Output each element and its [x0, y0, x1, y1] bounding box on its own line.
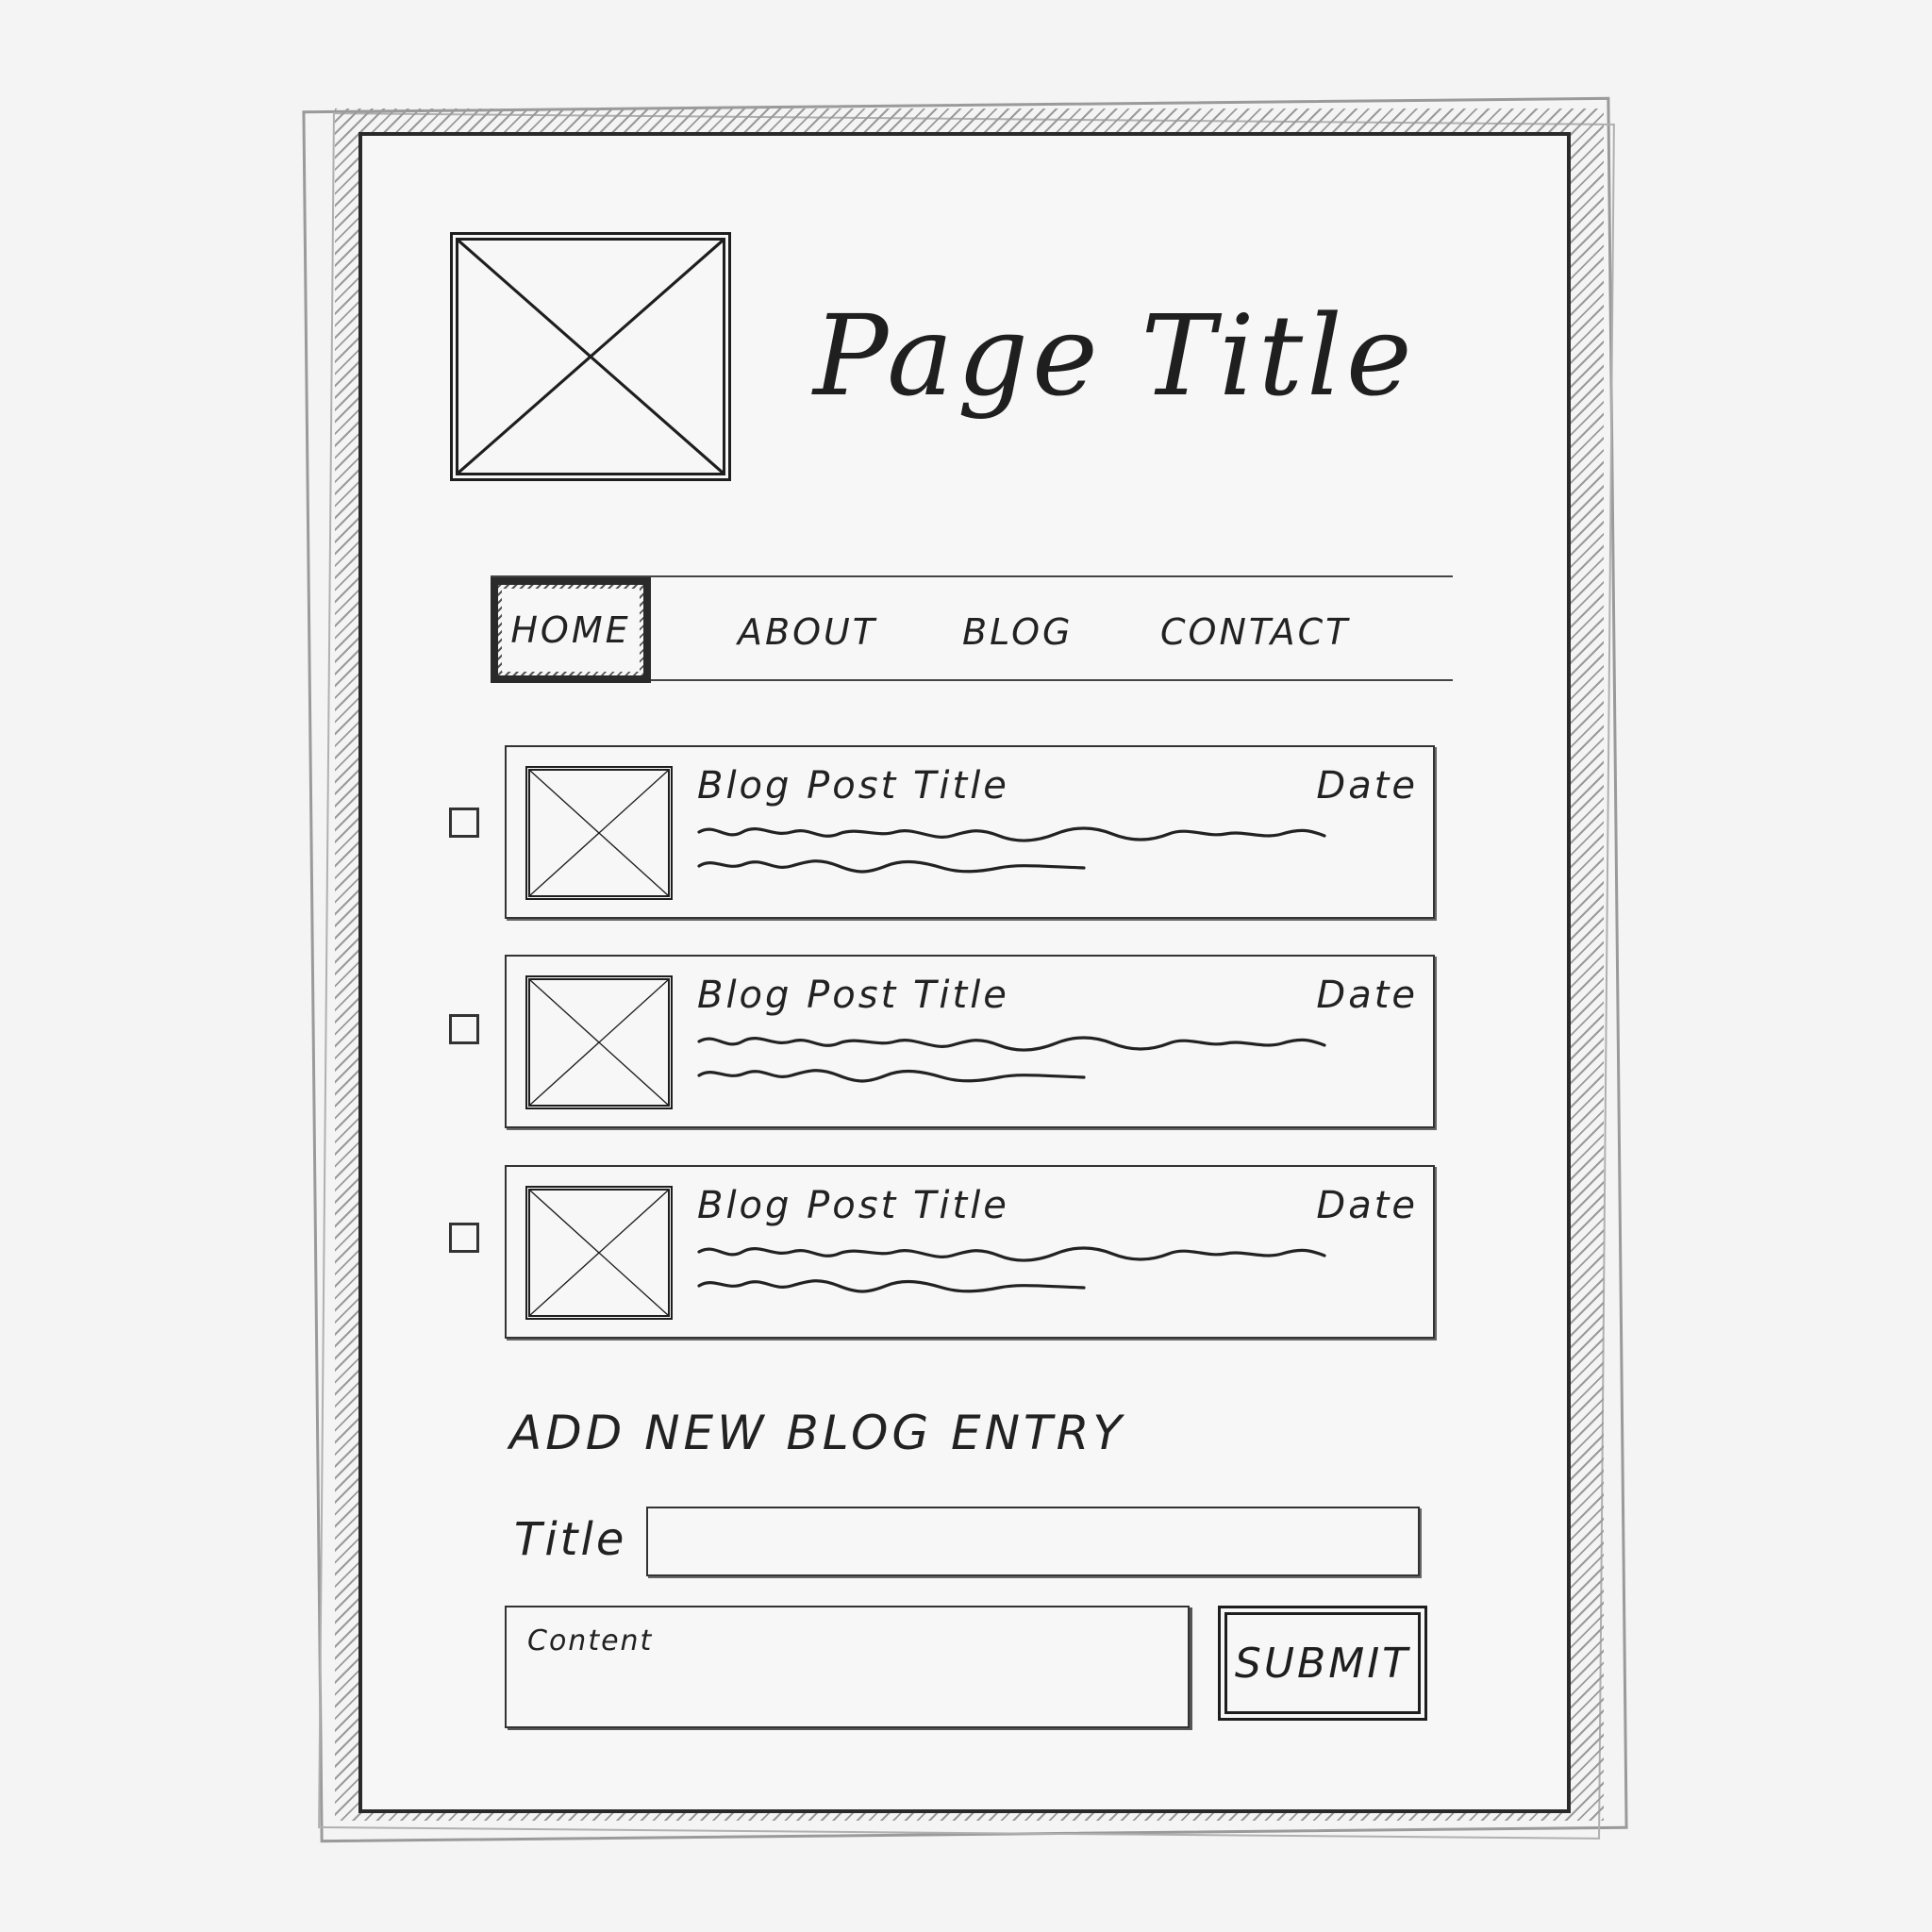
submit-button[interactable]: SUBMIT — [1218, 1606, 1427, 1721]
post-date: Date — [1316, 974, 1418, 1017]
post-thumbnail-image-placeholder-icon — [525, 1186, 673, 1320]
post-thumbnail-image-placeholder-icon — [525, 766, 673, 900]
post-excerpt-scribble — [697, 1036, 1326, 1083]
blog-post-card[interactable]: Blog Post Title Date — [505, 745, 1435, 919]
main-nav: HOME ABOUT BLOG CONTACT — [491, 575, 1453, 683]
nav-item-blog[interactable]: BLOG — [962, 611, 1073, 653]
logo-image-placeholder-icon — [450, 232, 731, 481]
blog-post-card[interactable]: Blog Post Title Date — [505, 1165, 1435, 1339]
post-excerpt-scribble — [697, 826, 1326, 874]
page-title: Page Title — [813, 291, 1416, 421]
title-input[interactable] — [646, 1507, 1420, 1576]
post-checkbox[interactable] — [449, 1223, 479, 1253]
blog-post-card[interactable]: Blog Post Title Date — [505, 955, 1435, 1128]
add-entry-heading: ADD NEW BLOG ENTRY — [509, 1406, 1125, 1460]
nav-item-contact[interactable]: CONTACT — [1160, 611, 1350, 653]
post-checkbox[interactable] — [449, 808, 479, 838]
nav-item-home-label: HOME — [502, 589, 640, 672]
title-field-label: Title — [514, 1513, 627, 1566]
post-title[interactable]: Blog Post Title — [697, 1184, 1009, 1227]
post-checkbox[interactable] — [449, 1014, 479, 1044]
nav-item-home[interactable]: HOME — [491, 577, 651, 683]
post-title[interactable]: Blog Post Title — [697, 974, 1009, 1017]
post-title[interactable]: Blog Post Title — [697, 764, 1009, 808]
content-textarea[interactable] — [505, 1606, 1190, 1728]
post-date: Date — [1316, 764, 1418, 808]
post-excerpt-scribble — [697, 1246, 1326, 1293]
post-date: Date — [1316, 1184, 1418, 1227]
nav-item-about[interactable]: ABOUT — [738, 611, 877, 653]
post-thumbnail-image-placeholder-icon — [525, 975, 673, 1109]
